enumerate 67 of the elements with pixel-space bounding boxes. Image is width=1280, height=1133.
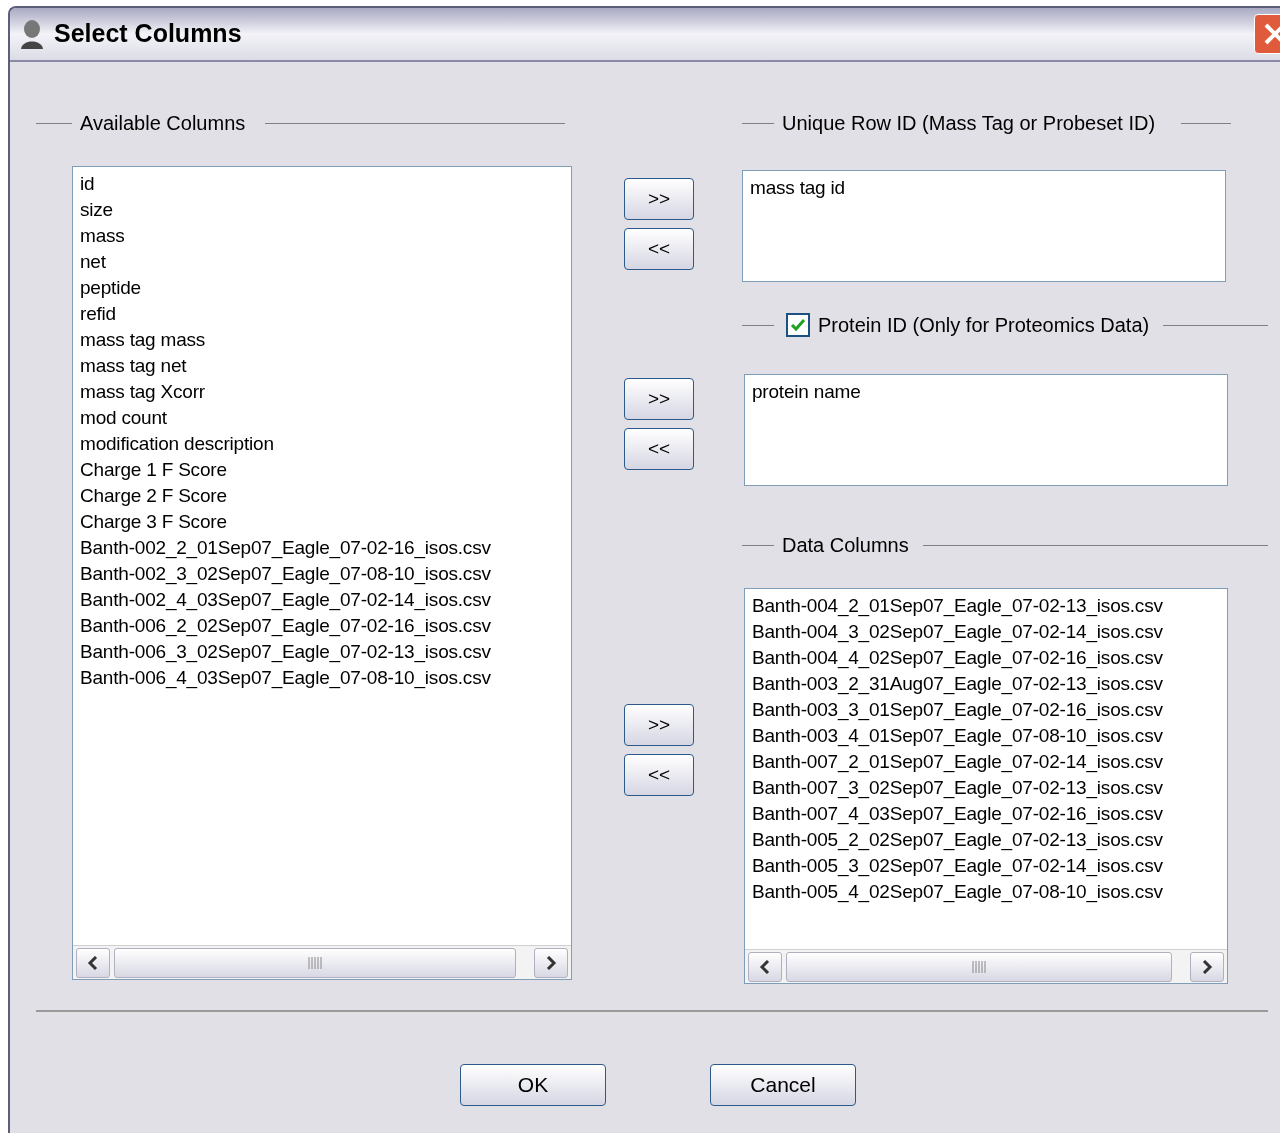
chevron-right-icon (545, 955, 557, 970)
list-item[interactable]: mod count (80, 405, 571, 431)
move-right-button[interactable]: >> (624, 704, 694, 746)
list-item[interactable]: Banth-002_4_03Sep07_Eagle_07-02-14_isos.csv (80, 587, 571, 613)
list-item[interactable]: Banth-005_2_02Sep07_Eagle_07-02-13_isos.csv (752, 827, 1227, 853)
list-item[interactable]: mass tag Xcorr (80, 379, 571, 405)
list-box[interactable]: mass tag id (742, 170, 1226, 282)
list-item[interactable]: Banth-005_3_02Sep07_Eagle_07-02-14_isos.csv (752, 853, 1227, 879)
chevron-right-icon (1201, 959, 1213, 974)
list-item[interactable]: Charge 1 F Score (80, 457, 571, 483)
list-item[interactable]: Charge 2 F Score (80, 483, 571, 509)
chevron-left-icon (759, 959, 771, 974)
move-left-button[interactable]: << (624, 428, 694, 470)
list-item[interactable]: Banth-007_4_03Sep07_Eagle_07-02-16_isos.csv (752, 801, 1227, 827)
list-item[interactable]: mass tag id (750, 175, 1225, 201)
scroll-right-button[interactable] (534, 947, 568, 978)
scrollbar-thumb[interactable] (114, 947, 516, 978)
window-title: Select Columns (54, 18, 242, 50)
list-item[interactable]: net (80, 249, 571, 275)
move-right-button[interactable]: >> (624, 178, 694, 220)
list-item[interactable]: Banth-003_3_01Sep07_Eagle_07-02-16_isos.csv (752, 697, 1227, 723)
list-item[interactable]: Banth-007_2_01Sep07_Eagle_07-02-14_isos.csv (752, 749, 1227, 775)
cancel-button[interactable]: Cancel (710, 1064, 856, 1106)
list-item[interactable]: Banth-007_3_02Sep07_Eagle_07-02-13_isos.csv (752, 775, 1227, 801)
move-left-button[interactable]: << (624, 228, 694, 270)
close-icon (1263, 22, 1280, 46)
list-item[interactable]: id (80, 171, 571, 197)
section-label: Data Columns (782, 533, 909, 558)
section-label: Unique Row ID (Mass Tag or Probeset ID) (782, 111, 1156, 136)
list-item[interactable]: Banth-006_4_03Sep07_Eagle_07-08-10_isos.csv (80, 665, 571, 691)
section-label: Protein ID (Only for Proteomics Data) (818, 313, 1150, 338)
scrollbar-thumb[interactable] (786, 951, 1172, 982)
move-right-button[interactable]: >> (624, 378, 694, 420)
list-item[interactable]: Banth-005_4_02Sep07_Eagle_07-08-10_isos.csv (752, 879, 1227, 905)
list-item[interactable]: protein name (752, 379, 1227, 405)
list-item[interactable]: Banth-002_3_02Sep07_Eagle_07-08-10_isos.csv (80, 561, 571, 587)
list-item[interactable]: Banth-006_3_02Sep07_Eagle_07-02-13_isos.csv (80, 639, 571, 665)
list-box[interactable]: protein name (744, 374, 1228, 486)
list-item[interactable]: Banth-002_2_01Sep07_Eagle_07-02-16_isos.csv (80, 535, 571, 561)
list-box[interactable] (72, 166, 572, 980)
scroll-left-button[interactable] (76, 947, 110, 978)
app-icon (18, 19, 46, 49)
section-label: Available Columns (80, 111, 246, 136)
list-item[interactable]: Banth-003_2_31Aug07_Eagle_07-02-13_isos.csv (752, 671, 1227, 697)
list-item[interactable]: size (80, 197, 571, 223)
list-item[interactable]: mass tag mass (80, 327, 571, 353)
list-box[interactable] (744, 588, 1228, 984)
check-icon (790, 318, 806, 332)
chevron-left-icon (87, 955, 99, 970)
list-item[interactable]: mass (80, 223, 571, 249)
list-item[interactable]: mass tag net (80, 353, 571, 379)
grip-icon (972, 960, 986, 973)
list-item[interactable]: Charge 3 F Score (80, 509, 571, 535)
list-item[interactable]: Banth-004_3_02Sep07_Eagle_07-02-14_isos.csv (752, 619, 1227, 645)
list-item[interactable]: modification description (80, 431, 571, 457)
grip-icon (308, 956, 322, 969)
ok-button[interactable]: OK (460, 1064, 606, 1106)
list-item[interactable]: Banth-006_2_02Sep07_Eagle_07-02-16_isos.csv (80, 613, 571, 639)
list-item[interactable]: Banth-004_2_01Sep07_Eagle_07-02-13_isos.csv (752, 593, 1227, 619)
list-item[interactable]: Banth-004_4_02Sep07_Eagle_07-02-16_isos.csv (752, 645, 1227, 671)
list-item[interactable]: refid (80, 301, 571, 327)
list-item[interactable]: Banth-003_4_01Sep07_Eagle_07-08-10_isos.csv (752, 723, 1227, 749)
move-left-button[interactable]: << (624, 754, 694, 796)
checkbox[interactable] (786, 313, 810, 337)
list-item[interactable]: peptide (80, 275, 571, 301)
scroll-right-button[interactable] (1190, 951, 1224, 982)
scroll-left-button[interactable] (748, 951, 782, 982)
